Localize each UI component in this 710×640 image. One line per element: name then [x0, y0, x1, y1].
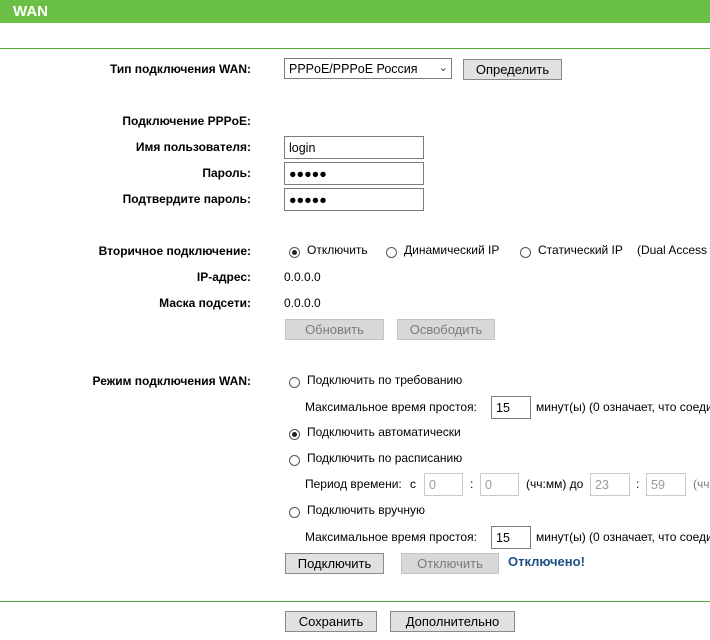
secondary-static-ip-label: Статический IP	[538, 243, 623, 257]
save-button[interactable]: Сохранить	[285, 611, 377, 632]
connection-mode-label: Режим подключения WAN:	[92, 374, 251, 388]
mode-on-demand-label: Подключить по требованию	[307, 373, 463, 387]
wan-type-label: Тип подключения WAN:	[109, 62, 251, 76]
mode-auto-label: Подключить автоматически	[307, 425, 461, 439]
ip-address-label: IP-адрес:	[196, 270, 251, 284]
start-minute-input[interactable]: 0	[480, 473, 519, 496]
secondary-dynamic-ip-radio[interactable]	[386, 247, 397, 258]
mode-on-demand-radio[interactable]	[289, 377, 300, 388]
end-time-colon: :	[636, 477, 640, 491]
title-bar: WAN	[0, 0, 710, 23]
connection-status: Отключено!	[508, 554, 585, 569]
password-input[interactable]: ●●●●●	[284, 162, 424, 185]
period-from-label: с	[410, 477, 416, 491]
end-minute-value: 59	[651, 478, 665, 492]
time-format-label: (чч:мм) до	[526, 477, 584, 491]
end-hour-value: 23	[595, 478, 609, 492]
secondary-disable-label: Отключить	[307, 243, 368, 257]
idle-time-label: Максимальное время простоя:	[305, 400, 477, 414]
refresh-button[interactable]: Обновить	[285, 319, 384, 340]
mode-schedule-label: Подключить по расписанию	[307, 451, 463, 465]
manual-idle-time-input[interactable]: 15	[491, 526, 531, 549]
password-value: ●●●●●	[289, 167, 327, 181]
wan-type-select[interactable]: PPPoE/PPPoE Россия ⌄	[284, 58, 452, 79]
period-label: Период времени:	[305, 477, 402, 491]
bottom-divider	[0, 601, 710, 602]
password-label: Пароль:	[202, 166, 251, 180]
start-time-colon: :	[470, 477, 474, 491]
manual-idle-time-label: Максимальное время простоя:	[305, 530, 477, 544]
mode-manual-label: Подключить вручную	[307, 503, 425, 517]
release-button[interactable]: Освободить	[397, 319, 495, 340]
dual-access-note: (Dual Access	[637, 243, 708, 257]
manual-idle-time-suffix: минут(ы) (0 означает, что соеди	[536, 530, 710, 544]
username-label: Имя пользователя:	[135, 140, 251, 154]
username-value: login	[289, 141, 316, 155]
mode-schedule-radio[interactable]	[289, 455, 300, 466]
time-format-tail: (чч	[693, 477, 710, 491]
chevron-down-icon: ⌄	[438, 62, 448, 74]
start-minute-value: 0	[485, 478, 492, 492]
secondary-disable-radio[interactable]	[289, 247, 300, 258]
advanced-button[interactable]: Дополнительно	[390, 611, 515, 632]
disconnect-button[interactable]: Отключить	[401, 553, 499, 574]
ip-address-value: 0.0.0.0	[284, 270, 321, 284]
connect-button[interactable]: Подключить	[285, 553, 384, 574]
secondary-dynamic-ip-label: Динамический IP	[404, 243, 500, 257]
end-minute-input[interactable]: 59	[646, 473, 686, 496]
confirm-password-input[interactable]: ●●●●●	[284, 188, 424, 211]
wan-type-value: PPPoE/PPPoE Россия	[289, 62, 418, 76]
detect-button[interactable]: Определить	[463, 59, 562, 80]
mode-manual-radio[interactable]	[289, 507, 300, 518]
start-hour-input[interactable]: 0	[424, 473, 463, 496]
start-hour-value: 0	[429, 478, 436, 492]
idle-time-value: 15	[496, 401, 510, 415]
confirm-password-label: Подтвердите пароль:	[122, 192, 251, 206]
secondary-static-ip-radio[interactable]	[520, 247, 531, 258]
subnet-mask-label: Маска подсети:	[159, 296, 251, 310]
end-hour-input[interactable]: 23	[590, 473, 630, 496]
subnet-mask-value: 0.0.0.0	[284, 296, 321, 310]
pppoe-section-label: Подключение PPPoE:	[122, 114, 251, 128]
idle-time-suffix: минут(ы) (0 означает, что соеди	[536, 400, 710, 414]
secondary-connection-label: Вторичное подключение:	[98, 244, 251, 258]
confirm-password-value: ●●●●●	[289, 193, 327, 207]
page-title: WAN	[13, 3, 48, 20]
manual-idle-time-value: 15	[496, 531, 510, 545]
mode-auto-radio[interactable]	[289, 429, 300, 440]
top-divider	[0, 48, 710, 49]
username-input[interactable]: login	[284, 136, 424, 159]
idle-time-input[interactable]: 15	[491, 396, 531, 419]
